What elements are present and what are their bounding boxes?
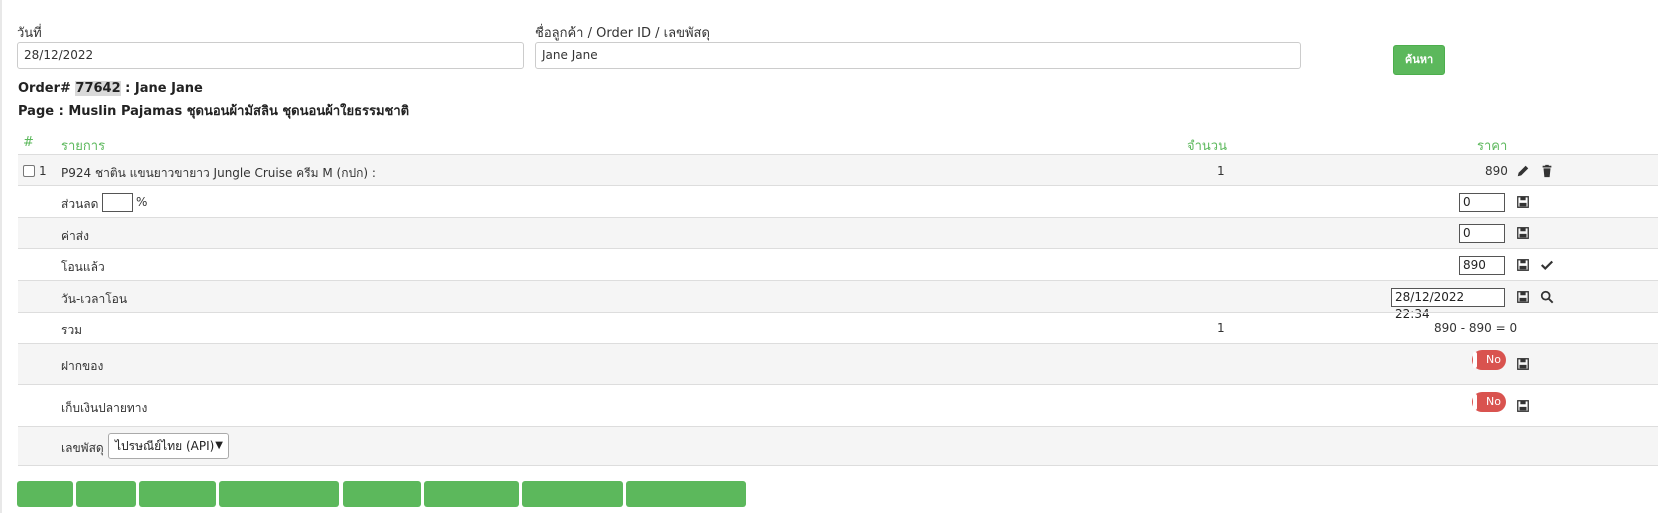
- item-qty: 1: [1217, 164, 1225, 178]
- save-icon[interactable]: [1516, 226, 1530, 240]
- order-prefix: Order#: [18, 81, 76, 96]
- header-item: รายการ: [61, 139, 106, 154]
- cod-label: เก็บเงินปลายทาง: [61, 401, 148, 415]
- search-button[interactable]: ค้นหา: [1393, 45, 1445, 75]
- total-label: รวม: [61, 323, 83, 337]
- transfer-time-label: วัน-เวลาโอน: [61, 292, 128, 306]
- action-button-1[interactable]: [17, 481, 73, 507]
- save-icon[interactable]: [1516, 290, 1530, 304]
- header-num: #: [23, 135, 34, 150]
- chevron-down-icon: ▼: [215, 440, 223, 451]
- left-border: [0, 0, 2, 513]
- search-icon[interactable]: [1540, 290, 1554, 304]
- cod-row: เก็บเงินปลายทาง No: [18, 384, 1658, 426]
- item-checkbox[interactable]: [23, 165, 35, 177]
- order-id: 77642: [75, 81, 121, 96]
- item-name: P924 ชาติน แขนยาวขายาว Jungle Cruise ครี…: [61, 166, 376, 180]
- deposit-toggle[interactable]: No: [1472, 350, 1506, 370]
- header-qty: จำนวน: [1187, 139, 1227, 154]
- item-price: 890: [1485, 164, 1508, 178]
- save-icon[interactable]: [1516, 195, 1530, 209]
- discount-input[interactable]: 0: [1459, 193, 1505, 212]
- deposit-row: ฝากของ No: [18, 343, 1658, 384]
- order-page-line: Page : Muslin Pajamas ชุดนอนผ้ามัสลิน ชุ…: [18, 104, 410, 119]
- cod-toggle[interactable]: No: [1472, 392, 1506, 412]
- action-button-7[interactable]: [522, 481, 623, 507]
- action-button-4[interactable]: [219, 481, 339, 507]
- save-icon[interactable]: [1516, 399, 1530, 413]
- trash-icon[interactable]: [1540, 164, 1554, 178]
- check-icon[interactable]: [1540, 258, 1554, 272]
- shipping-input[interactable]: 0: [1459, 224, 1505, 243]
- date-input[interactable]: 28/12/2022: [17, 42, 524, 69]
- pencil-icon[interactable]: [1516, 164, 1530, 178]
- date-label: วันที่: [17, 26, 42, 41]
- total-qty: 1: [1217, 321, 1225, 335]
- transferred-input[interactable]: 890: [1459, 256, 1505, 275]
- shipping-label: ค่าส่ง: [61, 229, 89, 243]
- carrier-select-value: ไปรษณีย์ไทย (API): [115, 439, 215, 453]
- transferred-label: โอนแล้ว: [61, 260, 105, 274]
- item-row: 1 P924 ชาติน แขนยาวขายาว Jungle Cruise ค…: [18, 154, 1658, 185]
- order-title: Order# 77642 : Jane Jane: [18, 81, 203, 96]
- shipping-row: ค่าส่ง 0: [18, 217, 1658, 248]
- transfer-time-input[interactable]: 28/12/2022 22:34: [1391, 288, 1505, 321]
- discount-row: ส่วนลด % 0: [18, 185, 1658, 217]
- discount-label: ส่วนลด: [61, 197, 99, 211]
- transfer-time-row: วัน-เวลาโอน 28/12/2022 22:34: [18, 280, 1658, 321]
- total-row: รวม 1 890 - 890 = 0: [18, 312, 1658, 343]
- discount-percent-sign: %: [136, 195, 148, 209]
- transferred-row: โอนแล้ว 890: [18, 248, 1658, 280]
- search-input[interactable]: Jane Jane: [535, 42, 1301, 69]
- query-label: ชื่อลูกค้า / Order ID / เลขพัสดุ: [535, 26, 710, 41]
- discount-percent-input[interactable]: [102, 193, 133, 212]
- action-button-8[interactable]: [626, 481, 746, 507]
- action-button-3[interactable]: [139, 481, 216, 507]
- save-icon[interactable]: [1516, 258, 1530, 272]
- action-button-6[interactable]: [424, 481, 519, 507]
- tracking-row: เลขพัสดุ ไปรษณีย์ไทย (API) ▼: [18, 426, 1658, 466]
- total-formula: 890 - 890 = 0: [1434, 321, 1518, 335]
- tracking-label: เลขพัสดุ: [61, 441, 104, 455]
- item-index: 1: [39, 164, 47, 178]
- action-button-2[interactable]: [76, 481, 136, 507]
- header-price: ราคา: [1477, 139, 1508, 154]
- order-customer: : Jane Jane: [120, 81, 203, 96]
- save-icon[interactable]: [1516, 357, 1530, 371]
- order-page: วันที่ 28/12/2022 ชื่อลูกค้า / Order ID …: [0, 0, 1658, 513]
- action-button-5[interactable]: [343, 481, 421, 507]
- carrier-select[interactable]: ไปรษณีย์ไทย (API) ▼: [108, 433, 229, 459]
- deposit-label: ฝากของ: [61, 359, 104, 373]
